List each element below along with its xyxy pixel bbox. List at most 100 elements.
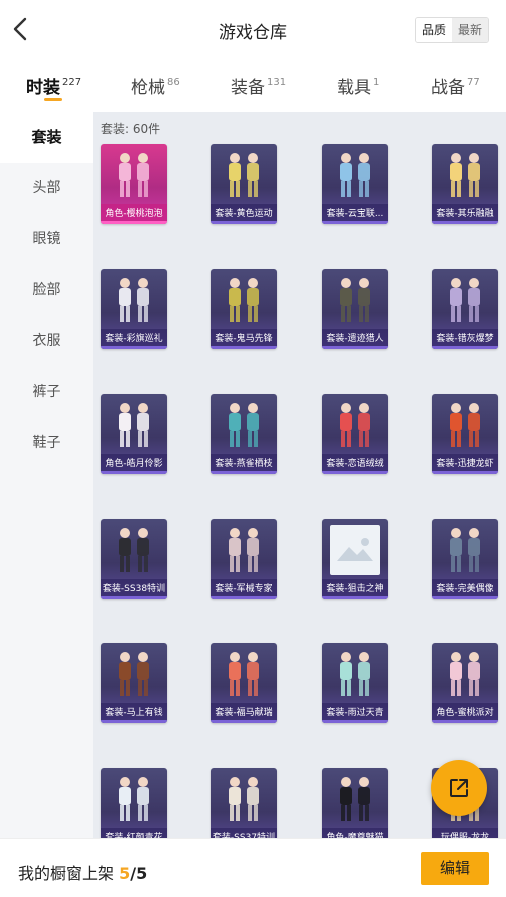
- category-tabs: 时装 227 枪械 86 装备 131 载具 1 战备 77: [0, 60, 506, 112]
- item-card[interactable]: 套装-黄色运动: [211, 144, 277, 224]
- item-rarity-bar: [211, 720, 277, 723]
- item-card[interactable]: 套装-鬼马先锋: [211, 269, 277, 349]
- sidebar-item-head[interactable]: 头部: [0, 163, 93, 214]
- item-rarity-bar: [432, 221, 498, 224]
- tab-count: 131: [267, 77, 287, 88]
- item-card[interactable]: 套装-遗迹猎人: [322, 269, 388, 349]
- item-rarity-bar: [322, 346, 388, 349]
- item-rarity-bar: [322, 221, 388, 224]
- tab-count: 227: [62, 77, 82, 88]
- sidebar-item-clothes[interactable]: 衣服: [0, 316, 93, 367]
- outfit-figure: [340, 278, 370, 322]
- share-button[interactable]: [431, 760, 487, 816]
- tab-guns[interactable]: 枪械 86: [131, 73, 180, 98]
- outfit-figure: [119, 403, 149, 447]
- item-rarity-bar: [432, 720, 498, 723]
- outfit-figure: [229, 652, 259, 696]
- item-card[interactable]: 套装-福马献瑞: [211, 643, 277, 723]
- external-link-icon: [450, 779, 468, 797]
- sort-quality-button[interactable]: 品质: [416, 18, 452, 42]
- item-rarity-bar: [101, 221, 167, 224]
- item-card[interactable]: 套装-云宝联...: [322, 144, 388, 224]
- outfit-figure: [119, 777, 149, 821]
- outfit-figure: [229, 777, 259, 821]
- item-card[interactable]: 套装-军械专家: [211, 519, 277, 599]
- showcase-label: 我的橱窗上架: [18, 864, 115, 883]
- outfit-figure: [340, 777, 370, 821]
- item-rarity-bar: [322, 471, 388, 474]
- outfit-figure: [119, 652, 149, 696]
- tab-count: 1: [373, 77, 380, 88]
- item-card[interactable]: 角色-魔尊魅猫: [322, 768, 388, 848]
- image-placeholder-icon: [330, 525, 380, 575]
- item-card[interactable]: 套装-红颜青花: [101, 768, 167, 848]
- outfit-figure: [340, 652, 370, 696]
- tab-label: 枪械: [131, 78, 165, 98]
- outfit-figure: [450, 278, 480, 322]
- sort-toggle: 品质 最新: [415, 17, 489, 43]
- item-card[interactable]: 套装-燕雀栖枝: [211, 394, 277, 474]
- item-card[interactable]: 套装-迅捷龙虾: [432, 394, 498, 474]
- item-rarity-bar: [101, 720, 167, 723]
- showcase-bar: 我的橱窗上架 5/5 编辑: [0, 838, 506, 897]
- sort-newest-button[interactable]: 最新: [452, 18, 488, 42]
- item-card[interactable]: 套装-马上有钱: [101, 643, 167, 723]
- outfit-figure: [229, 153, 259, 197]
- item-card[interactable]: 套装-恋语绒绒: [322, 394, 388, 474]
- sidebar-item-shoes[interactable]: 鞋子: [0, 418, 93, 469]
- tab-count: 86: [167, 77, 180, 88]
- tab-equipment[interactable]: 装备 131: [231, 73, 286, 98]
- outfit-figure: [450, 652, 480, 696]
- outfit-figure: [450, 403, 480, 447]
- item-count: 套装: 60件: [101, 122, 161, 136]
- item-rarity-bar: [322, 720, 388, 723]
- item-card[interactable]: 角色-樱桃泡泡: [101, 144, 167, 224]
- item-rarity-bar: [211, 596, 277, 599]
- item-rarity-bar: [322, 596, 388, 599]
- item-rarity-bar: [432, 471, 498, 474]
- tab-count: 77: [467, 77, 480, 88]
- item-card[interactable]: 角色-皓月伶影: [101, 394, 167, 474]
- outfit-figure: [119, 278, 149, 322]
- outfit-figure: [119, 528, 149, 572]
- tab-fashion[interactable]: 时装 227: [26, 73, 81, 98]
- outfit-figure: [119, 153, 149, 197]
- item-card[interactable]: 套装-其乐融融: [432, 144, 498, 224]
- sidebar-item-face[interactable]: 脸部: [0, 265, 93, 316]
- item-card[interactable]: 套装-SS38特训: [101, 519, 167, 599]
- outfit-figure: [450, 528, 480, 572]
- item-card[interactable]: 角色-蜜桃派对: [432, 643, 498, 723]
- showcase-total: 5: [136, 864, 148, 883]
- tab-label: 载具: [337, 78, 371, 98]
- showcase-status: 我的橱窗上架 5/5: [18, 860, 147, 884]
- item-card[interactable]: 套装-彩旗巡礼: [101, 269, 167, 349]
- sidebar-item-pants[interactable]: 裤子: [0, 367, 93, 418]
- sidebar-item-outfit[interactable]: 套装: [0, 112, 93, 163]
- tab-label: 时装: [26, 78, 60, 98]
- item-rarity-bar: [211, 471, 277, 474]
- sidebar-item-glasses[interactable]: 眼镜: [0, 214, 93, 265]
- outfit-figure: [450, 153, 480, 197]
- outfit-figure: [229, 528, 259, 572]
- edit-button[interactable]: 编辑: [421, 852, 489, 885]
- item-rarity-bar: [432, 596, 498, 599]
- item-rarity-bar: [211, 346, 277, 349]
- item-rarity-bar: [211, 221, 277, 224]
- item-card[interactable]: 套装-错灰爆梦: [432, 269, 498, 349]
- tab-label: 装备: [231, 78, 265, 98]
- item-card[interactable]: 套装-完美偶像: [432, 519, 498, 599]
- item-card[interactable]: 套装-SS37特训: [211, 768, 277, 848]
- showcase-current: 5: [119, 864, 131, 883]
- item-rarity-bar: [101, 471, 167, 474]
- active-tab-indicator: [44, 98, 62, 101]
- tab-vehicles[interactable]: 载具 1: [337, 73, 379, 98]
- item-rarity-bar: [101, 346, 167, 349]
- top-bar: 游戏仓库 品质 最新: [0, 0, 506, 60]
- item-card[interactable]: 套装-狙击之神: [322, 519, 388, 599]
- tab-supplies[interactable]: 战备 77: [431, 73, 480, 98]
- item-card[interactable]: 套装-雨过天青: [322, 643, 388, 723]
- sidebar: 套装 头部 眼镜 脸部 衣服 裤子 鞋子: [0, 112, 93, 897]
- outfit-figure: [229, 278, 259, 322]
- outfit-figure: [229, 403, 259, 447]
- outfit-figure: [340, 153, 370, 197]
